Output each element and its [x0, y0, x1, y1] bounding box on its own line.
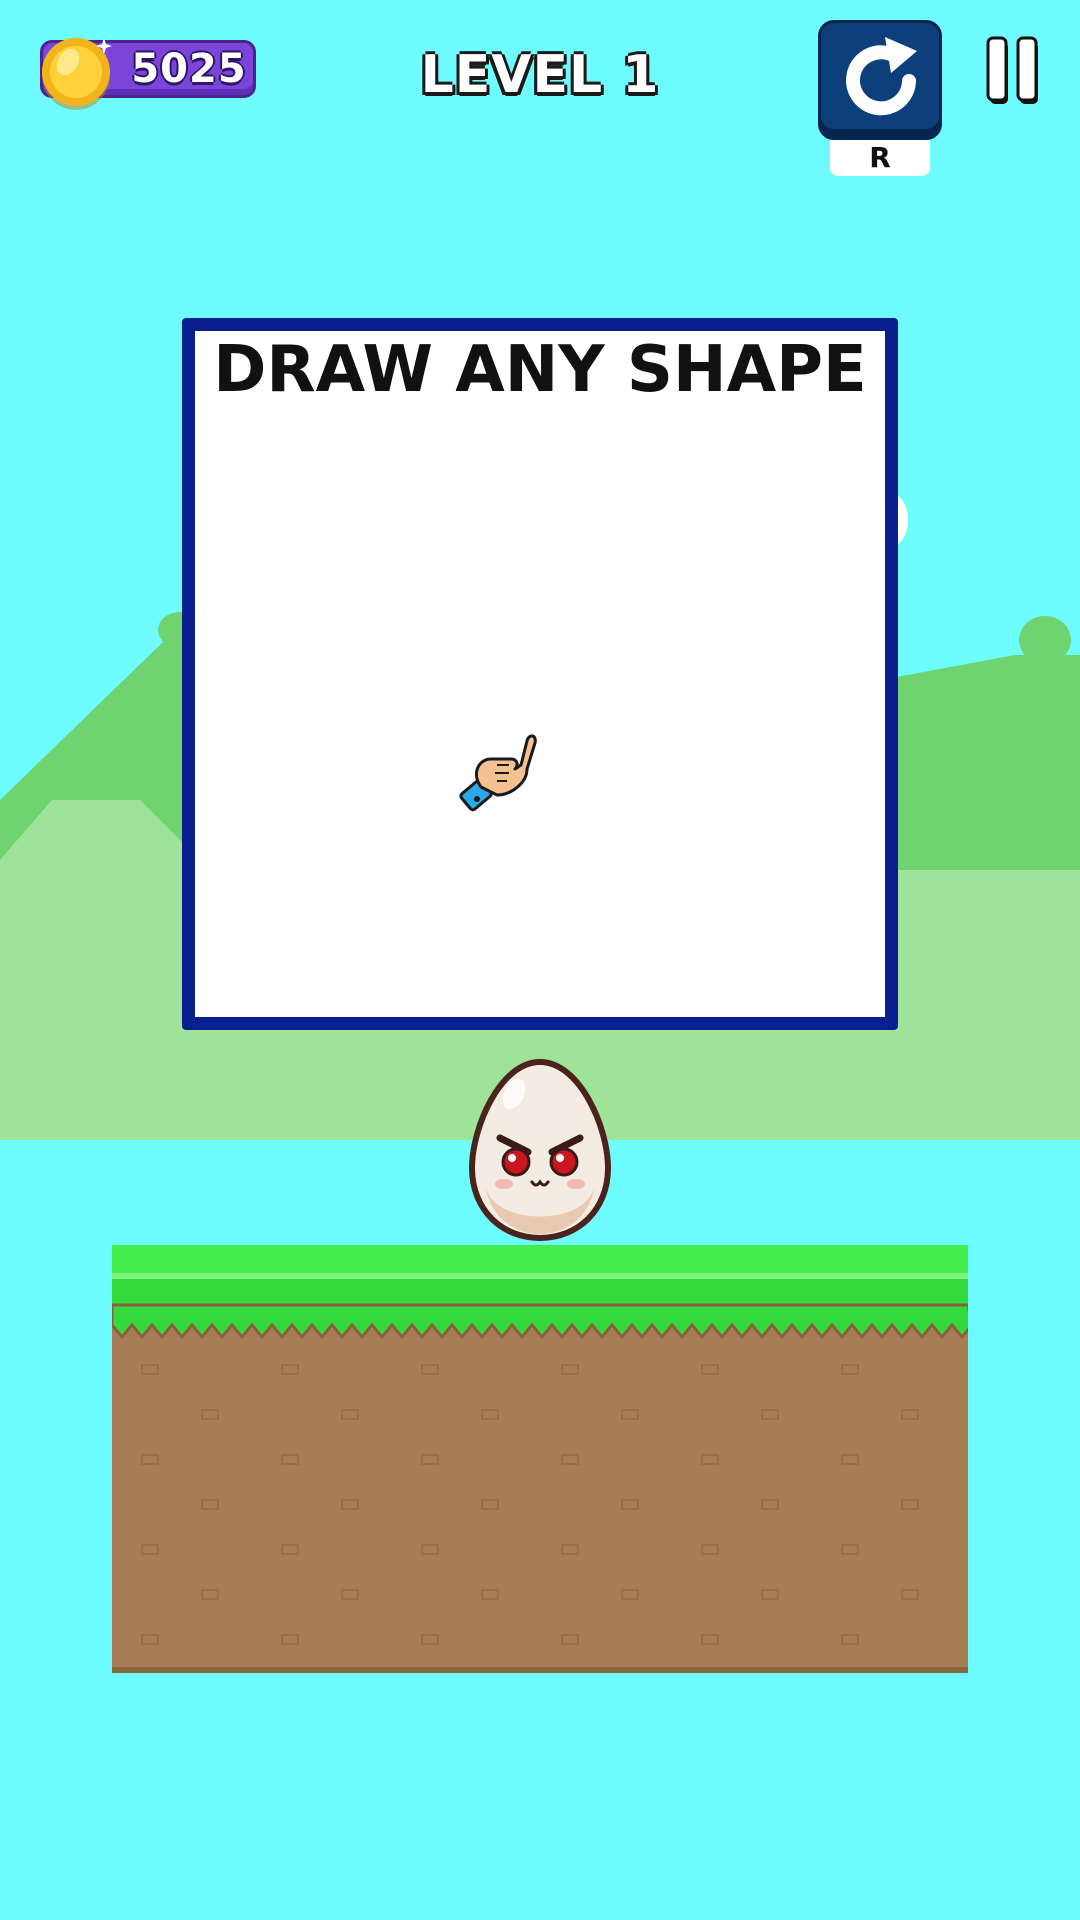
coin-icon	[42, 38, 112, 110]
angry-egg-character	[468, 1058, 612, 1242]
pointing-hand-icon	[459, 734, 537, 812]
level-title: LEVEL 1	[420, 45, 660, 105]
restart-key-hint: R	[830, 140, 930, 176]
pause-icon[interactable]	[986, 36, 1044, 108]
draw-prompt: DRAW ANY SHAPE	[213, 333, 867, 407]
restart-button[interactable]	[818, 20, 942, 140]
coin-count: 5025	[131, 46, 247, 92]
ground-platform	[112, 1245, 968, 1673]
drawing-area[interactable]: DRAW ANY SHAPE	[182, 318, 898, 1030]
restart-icon	[846, 37, 917, 116]
